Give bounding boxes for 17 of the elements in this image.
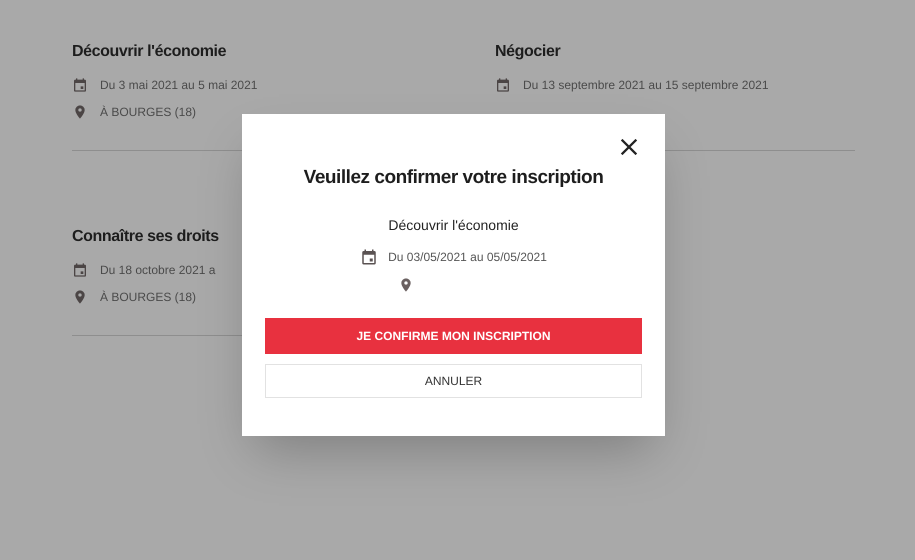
event-date: Du 3 mai 2021 au 5 mai 2021 [100,77,258,94]
event-location: À BOURGES (18) [100,104,196,121]
dialog-title: Veuillez confirmer votre inscription [304,166,604,190]
event-title: Découvrir l'économie [72,42,228,62]
calendar-icon [72,77,88,93]
event-date: Du 18 octobre 2021 a [100,262,216,279]
event-date: Du 13 septembre 2021 au 15 septembre 2021 [523,77,769,94]
confirm-button[interactable]: JE CONFIRME MON INSCRIPTION [265,318,642,354]
calendar-icon [72,262,88,278]
calendar-icon [360,248,378,266]
event-location: À BOURGES (18) [100,289,196,306]
calendar-icon [495,77,511,93]
event-date: Du 03/05/2021 au 05/05/2021 [388,248,547,266]
event-name: Découvrir l'économie [388,216,519,234]
event-title: Négocier [495,42,562,62]
close-button[interactable] [618,136,640,158]
cancel-button[interactable]: ANNULER [265,364,642,398]
